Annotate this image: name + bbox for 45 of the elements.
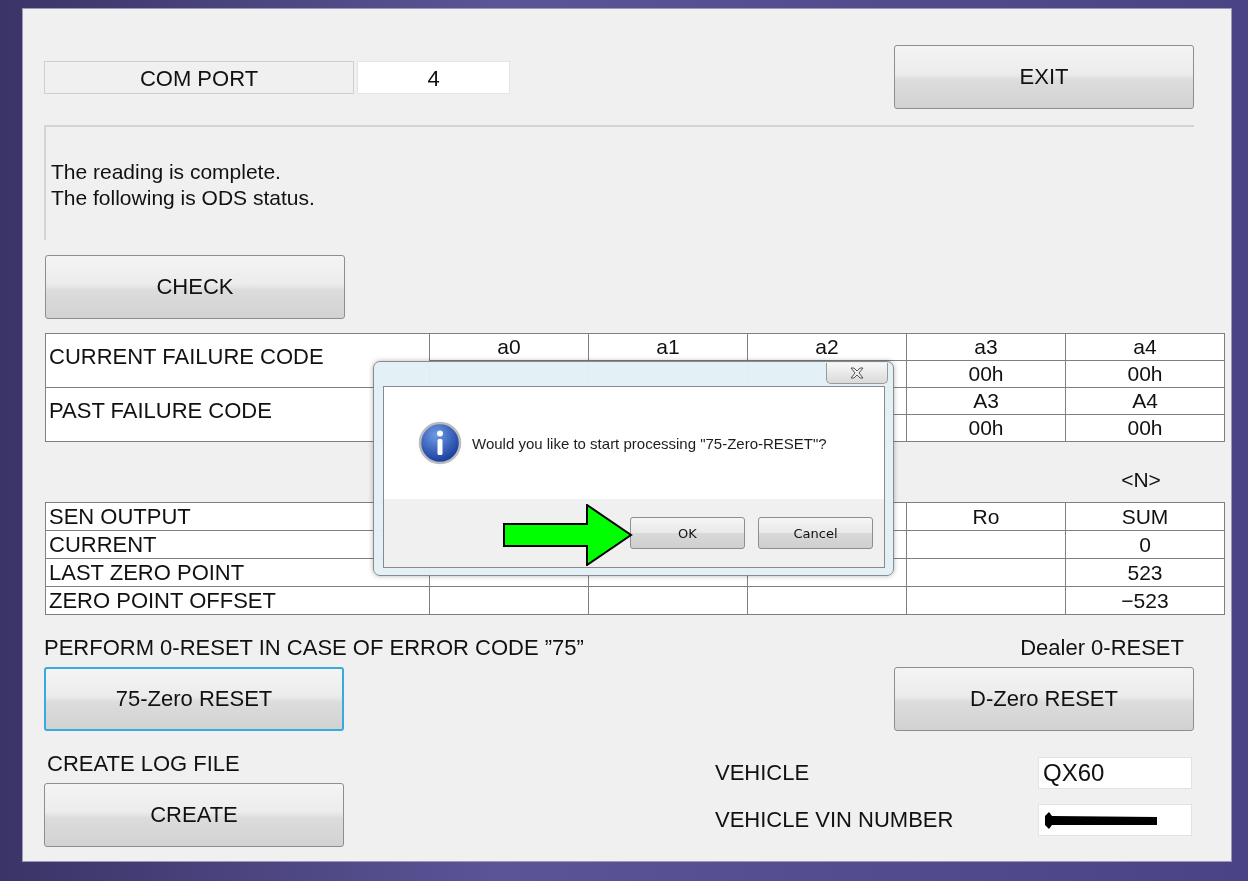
caption-text: Dealer 0-RESET <box>1020 635 1184 661</box>
row-label: PAST FAILURE CODE <box>49 398 272 423</box>
message-text: The following is ODS status. <box>51 185 316 211</box>
table-cell: 00h <box>1127 362 1163 385</box>
caption-text: PERFORM 0-RESET IN CASE OF ERROR CODE ”75” <box>44 635 584 661</box>
table-cell: a2 <box>815 335 839 358</box>
com-port-field[interactable]: 4 <box>357 60 510 94</box>
table-cell: a4 <box>1133 335 1157 358</box>
create-button[interactable]: CREATE <box>44 783 344 847</box>
table-cell: a3 <box>974 335 998 358</box>
table-cell: A4 <box>1132 389 1158 412</box>
vehicle-field[interactable]: QX60 <box>1038 757 1192 789</box>
row-label: SEN OUTPUT <box>49 503 191 529</box>
table-cell: SUM <box>1121 504 1169 528</box>
table-cell: 0 <box>1139 532 1151 556</box>
info-icon <box>418 421 462 465</box>
dialog-message: Would you like to start processing "75-Zero-RESET"? <box>472 434 827 452</box>
table-cell: 00h <box>968 362 1004 385</box>
table-cell: a1 <box>656 335 680 358</box>
close-icon <box>849 367 865 379</box>
message-text: The reading is complete. <box>51 159 282 185</box>
field-label: VEHICLE VIN NUMBER <box>715 807 955 833</box>
close-button[interactable] <box>826 363 888 384</box>
row-label: CURRENT <box>49 531 157 557</box>
table-cell: 00h <box>968 416 1004 439</box>
com-port-label: COM PORT <box>44 60 354 94</box>
check-button[interactable]: CHECK <box>45 255 345 319</box>
dialog-button[interactable]: Cancel <box>758 517 873 549</box>
table-cell: A3 <box>973 389 999 412</box>
table-cell: a0 <box>497 335 521 358</box>
reset-button[interactable]: D-Zero RESET <box>894 667 1194 731</box>
table-cell: Ro <box>972 504 1000 528</box>
table-cell: 523 <box>1127 560 1163 584</box>
exit-button[interactable]: EXIT <box>894 45 1194 109</box>
dialog-button[interactable]: OK <box>630 517 745 549</box>
unit-label: <N> <box>1120 467 1162 492</box>
caption-text: CREATE LOG FILE <box>47 751 241 777</box>
row-label: LAST ZERO POINT <box>49 559 245 585</box>
row-label: CURRENT FAILURE CODE <box>49 344 324 369</box>
vin-field[interactable] <box>1038 804 1192 836</box>
table-cell: −523 <box>1121 588 1169 612</box>
table-cell: 00h <box>1127 416 1163 439</box>
reset-button[interactable]: 75-Zero RESET <box>44 667 344 731</box>
field-label: VEHICLE <box>715 760 811 786</box>
row-label: ZERO POINT OFFSET <box>49 587 276 613</box>
